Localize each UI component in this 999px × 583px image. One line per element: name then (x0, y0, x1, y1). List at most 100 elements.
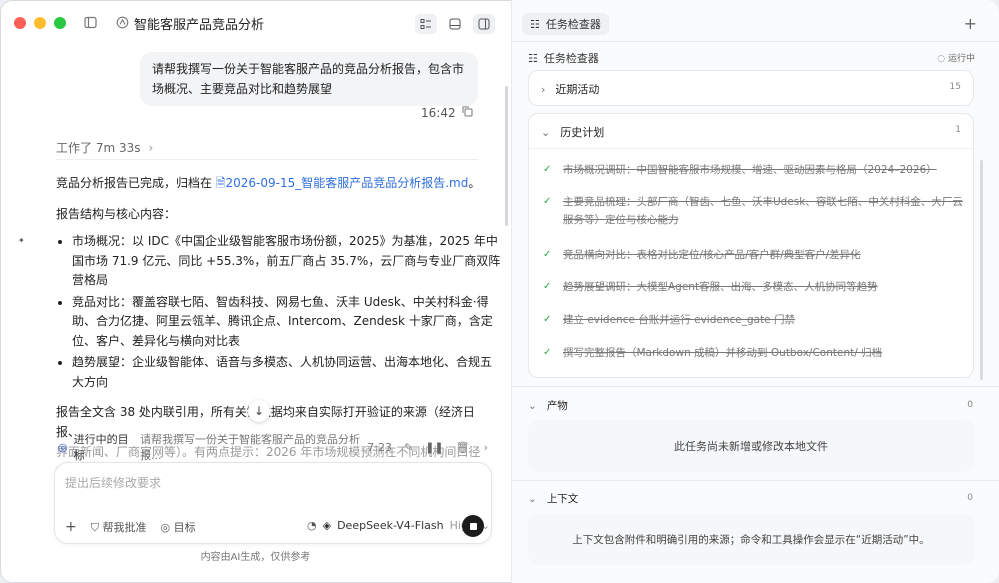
plan-item-text: 竞品横向对比：表格对比定位/核心产品/客户群/典型客户/差异化 (563, 249, 861, 261)
goal-button-label: 目标 (173, 521, 196, 534)
chat-panel: 请帮我撰写一份关于智能客服产品的竞品分析报告，包含市场概况、主要竞品对比和趋势展… (0, 42, 511, 583)
plan-item: ✓ 竞品横向对比：表格对比定位/核心产品/客户群/典型客户/差异化 (543, 246, 963, 264)
checklist-icon: ☷ (530, 17, 540, 31)
zoom-window-button[interactable] (54, 17, 66, 29)
approve-label: 帮我批准 (102, 521, 147, 534)
divider (56, 159, 478, 160)
work-duration-label: 工作了 7m 33s (56, 141, 141, 155)
shield-icon: ⛉ (90, 521, 99, 534)
context-count: 0 (967, 493, 973, 503)
list-item: 竞品对比：覆盖容联七陌、智齿科技、网易七鱼、沃丰 Udesk、中关村科金·得助、… (72, 293, 502, 352)
window-title: 智能客服产品竞品分析 (134, 18, 265, 33)
bottom-panel-toggle-button[interactable] (444, 14, 466, 34)
context-header[interactable]: ⌄ 上下文 (528, 491, 578, 506)
stop-button[interactable] (462, 515, 484, 537)
right-panel-toggle-button[interactable] (473, 14, 495, 34)
check-icon: ✓ (543, 164, 552, 175)
chevron-down-icon: ⌄ (541, 125, 551, 139)
composer[interactable]: 提出后续修改要求 + ⛉ 帮我批准 ◎ 目标 ◔ ◈ DeepSeek-V4-F… (54, 462, 492, 544)
artifacts-label: 产物 (546, 400, 568, 412)
divider (512, 41, 999, 42)
pause-icon[interactable]: ❚❚ (425, 441, 443, 454)
tab-task-inspector[interactable]: ☷ 任务检查器 (522, 13, 609, 35)
chevron-right-icon[interactable]: › (484, 441, 488, 454)
chevron-down-icon: ⌄ (528, 492, 537, 505)
message-time: 16:42 (421, 106, 456, 120)
recent-activity-label: 近期活动 (555, 83, 600, 96)
goal-button[interactable]: ◎ 目标 (160, 519, 195, 535)
app-window: 智能客服产品竞品分析 请帮我撰写一份关于智能客服产品的竞品分析报告，包含市场概况… (0, 0, 999, 583)
close-window-button[interactable] (14, 17, 26, 29)
model-name: DeepSeek-V4-Flash (337, 519, 444, 532)
chat-scrollbar[interactable] (505, 86, 508, 226)
check-icon: ✓ (543, 249, 552, 260)
divider (512, 480, 999, 481)
add-icon[interactable]: + (65, 519, 77, 535)
plan-item-text: 主要竞品梳理：头部厂商（智齿、七鱼、沃丰Udesk、容联七陌、中关村科金、大厂云… (563, 196, 963, 226)
edit-icon[interactable]: ✎ (404, 441, 413, 454)
structure-label: 报告结构与核心内容： (56, 207, 177, 221)
goal-bar: ◎ 进行中的目标 请帮我撰写一份关于智能客服产品的竞品分析报... 7:23 ✎… (58, 433, 488, 462)
plan-item-text: 趋势展望调研：大模型Agent客服、出海、多模态、人机协同等趋势 (563, 281, 878, 293)
history-plan-label: 历史计划 (560, 126, 605, 139)
report-file-link[interactable]: 2026-09-15_智能客服产品竞品分析报告.md (225, 176, 468, 190)
context-label: 上下文 (546, 493, 579, 505)
check-icon: ✓ (543, 281, 552, 292)
minimize-window-button[interactable] (34, 17, 46, 29)
loading-icon: ◔ (307, 519, 317, 532)
artifacts-header[interactable]: ⌄ 产物 (528, 398, 568, 413)
divider (512, 386, 999, 387)
chevron-right-icon: › (148, 141, 154, 155)
plan-item: ✓ 市场概况调研：中国智能客服市场规模、增速、驱动因素与格局（2024–2026） (543, 161, 963, 179)
add-tab-icon[interactable]: + (964, 14, 977, 33)
list-item: 市场概况：以 IDC《中国企业级智能客服市场份额，2025》为基准，2025 年… (72, 232, 502, 291)
status-badge: ◌ 运行中 (937, 51, 975, 64)
report-intro: 竞品分析报告已完成，归档在 🗎2026-09-15_智能客服产品竞品分析报告.m… (56, 173, 480, 193)
plan-item-text: 撰写完整报告（Markdown 成稿）并移动到 Outbox/Content/ … (563, 347, 883, 359)
context-empty-state: 上下文包含附件和明确引用的来源；命令和工具操作会显示在“近期活动”中。 (528, 513, 974, 565)
task-inspector-toggle-button[interactable] (415, 14, 437, 34)
plan-item: ✓ 趋势展望调研：大模型Agent客服、出海、多模态、人机协同等趋势 (543, 278, 963, 296)
stop-icon (469, 522, 477, 530)
summary-list: 市场概况：以 IDC《中国企业级智能客服市场份额，2025》为基准，2025 年… (56, 232, 502, 394)
chevron-down-icon: ⌄ (528, 399, 537, 412)
plan-item-text: 建立 evidence 台账并运行 evidence_gate 门禁 (563, 314, 795, 326)
task-inspector-panel: ☷ 任务检查器 + ☷ 任务检查器 ◌ 运行中 › 近期活动 15 ⌄ 历史计划… (512, 0, 999, 583)
ai-disclaimer: 内容由AI生成，仅供参考 (200, 552, 311, 563)
inspector-title: 任务检查器 (543, 52, 599, 65)
tab-label: 任务检查器 (545, 18, 601, 31)
agent-icon (116, 16, 129, 32)
sidebar-toggle-icon[interactable] (84, 16, 97, 32)
model-logo-icon: ◈ (322, 519, 332, 532)
chevron-right-icon: › (541, 82, 546, 96)
history-plan-header[interactable]: ⌄ 历史计划 (541, 124, 604, 140)
work-duration-toggle[interactable]: 工作了 7m 33s › (56, 139, 153, 156)
goal-time: 7:23 (367, 440, 392, 454)
history-plan-card: ⌄ 历史计划 1 ✓ 市场概况调研：中国智能客服市场规模、增速、驱动因素与格局（2… (528, 113, 974, 378)
goal-label: 进行中的目标 (73, 433, 129, 462)
recent-activity-count: 15 (949, 82, 961, 92)
check-icon: ✓ (543, 196, 552, 207)
artifacts-count: 0 (967, 400, 973, 410)
user-message-bubble: 请帮我撰写一份关于智能客服产品的竞品分析报告，包含市场概况、主要竞品对比和趋势展… (140, 52, 478, 106)
goal-description: 请帮我撰写一份关于智能客服产品的竞品分析报... (140, 433, 361, 462)
composer-placeholder: 提出后续修改要求 (65, 476, 162, 490)
list-item: 趋势展望：企业级智能体、语音与多模态、人机协同运营、出海本地化、合规五大方向 (72, 353, 502, 392)
artifacts-empty-state: 此任务尚未新增或修改本地文件 (528, 420, 974, 472)
inspector-scrollbar[interactable] (980, 160, 983, 380)
delete-icon[interactable]: 🗑 (456, 441, 470, 454)
target-icon: ◎ (160, 521, 171, 534)
goal-icon: ◎ (58, 440, 68, 454)
history-plan-count: 1 (955, 125, 961, 135)
intro-suffix: 。 (468, 176, 481, 190)
recent-activity-header: › 近期活动 (541, 81, 599, 97)
plan-item: ✓ 撰写完整报告（Markdown 成稿）并移动到 Outbox/Content/… (543, 344, 963, 362)
copy-icon[interactable] (462, 106, 473, 120)
recent-activity-card[interactable]: › 近期活动 15 (528, 70, 974, 106)
scroll-down-button[interactable]: ↓ (248, 400, 270, 422)
approve-button[interactable]: ⛉ 帮我批准 (91, 519, 147, 535)
check-icon: ✓ (543, 347, 552, 358)
inspector-header: ☷ 任务检查器 (528, 50, 599, 66)
divider (529, 148, 973, 149)
status-text: 运行中 (947, 54, 975, 64)
